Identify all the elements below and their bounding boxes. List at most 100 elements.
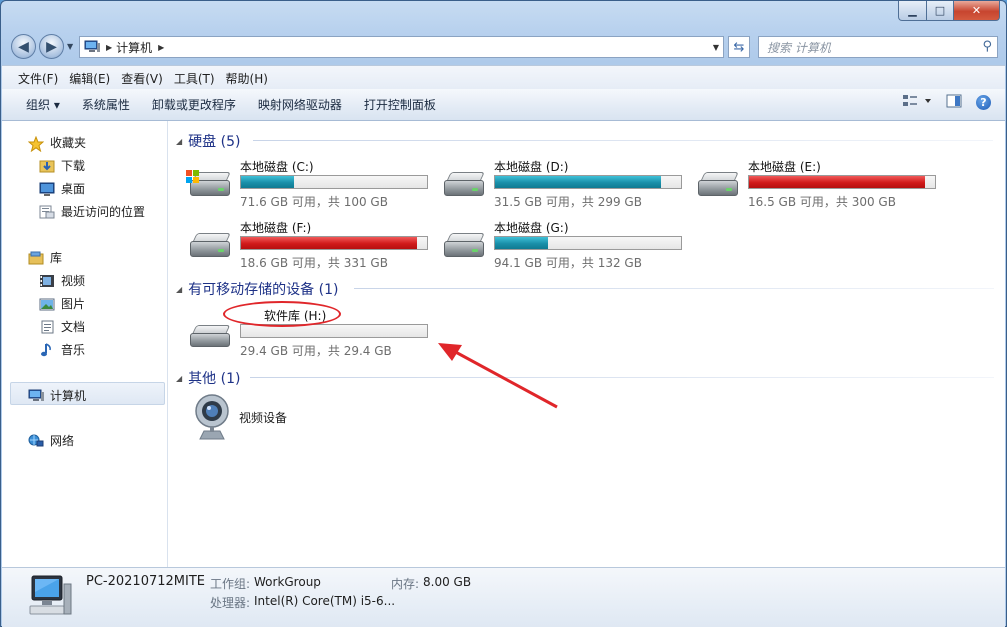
refresh-icon: ⇆ xyxy=(733,39,745,55)
sidebar-item-pictures[interactable]: 图片 xyxy=(39,295,85,312)
hard-drive-icon xyxy=(442,168,488,204)
sidebar-item-network[interactable]: 网络 xyxy=(28,432,74,449)
drive-usage-fill xyxy=(495,237,548,249)
breadcrumb-arrow-icon[interactable]: ▶ xyxy=(158,43,164,52)
recent-pages-dropdown[interactable]: ▼ xyxy=(67,42,73,51)
preview-pane-button[interactable] xyxy=(946,94,962,111)
collapse-triangle-icon[interactable]: ◢ xyxy=(176,374,182,383)
windows-logo-icon xyxy=(186,170,199,183)
drive-name: 本地磁盘 (E:) xyxy=(748,160,821,174)
breadcrumb-computer[interactable]: 计算机 xyxy=(116,39,152,56)
map-network-drive-button[interactable]: 映射网络驱动器 xyxy=(258,96,342,113)
sidebar-item-label: 下载 xyxy=(61,159,86,173)
drive-space-info: 31.5 GB 可用，共 299 GB xyxy=(494,195,642,209)
menu-help[interactable]: 帮助(H) xyxy=(226,70,268,87)
sidebar-item-documents[interactable]: 文档 xyxy=(39,318,85,335)
memory-label: 内存: xyxy=(391,577,420,591)
memory-value: 8.00 GB xyxy=(423,575,472,589)
forward-button[interactable]: ▶ xyxy=(39,34,64,59)
organize-button[interactable]: 组织 ▾ xyxy=(26,96,60,113)
search-input[interactable] xyxy=(765,38,979,58)
back-button[interactable]: ◀ xyxy=(11,34,36,59)
search-icon[interactable]: ⚲ xyxy=(982,39,992,54)
drive-usage-bar xyxy=(240,175,428,189)
sidebar-item-label: 最近访问的位置 xyxy=(61,205,146,219)
video-device[interactable]: 视频设备 xyxy=(192,393,342,445)
menu-view[interactable]: 查看(V) xyxy=(121,70,163,87)
details-pane: PC-20210712MITE 工作组: WorkGroup 内存: 8.00 … xyxy=(2,567,1005,627)
documents-library-icon xyxy=(39,320,55,334)
sidebar-item-music[interactable]: 音乐 xyxy=(39,341,85,358)
pictures-library-icon xyxy=(39,297,55,311)
sidebar-item-label: 计算机 xyxy=(50,389,87,403)
sidebar-libraries[interactable]: 库 xyxy=(28,249,62,266)
desktop-icon xyxy=(39,182,55,196)
drive-c[interactable]: 本地磁盘 (C:) 71.6 GB 可用，共 100 GB xyxy=(186,158,438,213)
sidebar-item-label: 桌面 xyxy=(61,182,86,196)
address-bar[interactable]: ▶ 计算机 ▶ ▼ xyxy=(79,36,724,58)
sidebar-item-videos[interactable]: 视频 xyxy=(39,272,85,289)
menu-tools[interactable]: 工具(T) xyxy=(174,70,215,87)
search-box[interactable]: ⚲ xyxy=(758,36,998,58)
menu-file[interactable]: 文件(F) xyxy=(18,70,58,87)
collapse-triangle-icon[interactable]: ◢ xyxy=(176,285,182,294)
back-arrow-icon: ◀ xyxy=(18,38,29,55)
webcam-icon xyxy=(195,394,229,440)
drive-usage-fill xyxy=(241,176,294,188)
group-header-removable[interactable]: ◢ 有可移动存储的设备 (1) xyxy=(176,279,338,299)
refresh-button[interactable]: ⇆ xyxy=(728,36,750,58)
sidebar-item-label: 图片 xyxy=(61,297,86,311)
drive-e[interactable]: 本地磁盘 (E:) 16.5 GB 可用，共 300 GB xyxy=(696,158,946,213)
computer-large-icon xyxy=(29,575,72,615)
maximize-button[interactable]: □ xyxy=(927,1,954,21)
command-bar: 组织 ▾ 系统属性 卸载或更改程序 映射网络驱动器 打开控制面板 ? xyxy=(2,89,1005,121)
navigation-row: ◀ ▶ ▼ ▶ 计算机 ▶ ▼ ⇆ ⚲ xyxy=(1,33,1006,61)
group-title: 其他 (1) xyxy=(188,371,241,387)
drive-space-info: 71.6 GB 可用，共 100 GB xyxy=(240,195,388,209)
drive-d[interactable]: 本地磁盘 (D:) 31.5 GB 可用，共 299 GB xyxy=(442,158,692,213)
drive-usage-fill xyxy=(749,176,925,188)
change-view-button[interactable] xyxy=(902,94,932,111)
sidebar-item-recent-places[interactable]: 最近访问的位置 xyxy=(39,203,145,220)
system-properties-button[interactable]: 系统属性 xyxy=(82,96,130,113)
group-title: 有可移动存储的设备 (1) xyxy=(188,282,339,298)
sidebar-item-label: 音乐 xyxy=(61,343,86,357)
close-button[interactable]: ✕ xyxy=(954,1,1000,21)
annotation-arrow xyxy=(438,343,558,409)
sidebar-item-downloads[interactable]: 下载 xyxy=(39,157,85,174)
menu-bar: 文件(F) 编辑(E) 查看(V) 工具(T) 帮助(H) xyxy=(2,65,1005,90)
recent-places-icon xyxy=(39,205,55,219)
group-header-other[interactable]: ◢ 其他 (1) xyxy=(176,368,240,388)
minimize-button[interactable]: ▁ xyxy=(898,1,927,21)
sidebar-item-label: 视频 xyxy=(61,274,86,288)
drive-usage-bar xyxy=(748,175,936,189)
content-pane: ◢ 硬盘 (5) 本地磁盘 (C:) 71.6 GB 可用，共 100 GB 本… xyxy=(168,121,1005,567)
drive-name: 本地磁盘 (F:) xyxy=(240,221,312,235)
uninstall-program-button[interactable]: 卸载或更改程序 xyxy=(152,96,236,113)
video-library-icon xyxy=(39,274,55,288)
group-header-hard-disks[interactable]: ◢ 硬盘 (5) xyxy=(176,131,240,151)
hard-drive-icon xyxy=(186,168,234,204)
preview-pane-icon xyxy=(946,94,962,108)
drive-g[interactable]: 本地磁盘 (G:) 94.1 GB 可用，共 132 GB xyxy=(442,219,692,274)
menu-edit[interactable]: 编辑(E) xyxy=(69,70,110,87)
help-icon[interactable]: ? xyxy=(976,95,991,110)
view-controls: ? xyxy=(902,94,991,111)
sidebar-item-desktop[interactable]: 桌面 xyxy=(39,180,85,197)
group-divider xyxy=(250,377,994,378)
drive-usage-bar xyxy=(494,175,682,189)
breadcrumb-arrow-icon[interactable]: ▶ xyxy=(106,43,112,52)
workgroup-value: WorkGroup xyxy=(254,575,321,589)
sidebar-favorites[interactable]: 收藏夹 xyxy=(27,134,86,152)
open-control-panel-button[interactable]: 打开控制面板 xyxy=(364,96,436,113)
group-divider xyxy=(253,140,993,141)
network-icon xyxy=(28,434,44,448)
removable-drive-icon xyxy=(188,317,234,353)
address-dropdown-icon[interactable]: ▼ xyxy=(713,43,719,52)
downloads-folder-icon xyxy=(39,159,55,173)
drive-f[interactable]: 本地磁盘 (F:) 18.6 GB 可用，共 331 GB xyxy=(188,219,438,274)
sidebar-item-computer[interactable]: 计算机 xyxy=(28,387,86,404)
group-title: 硬盘 (5) xyxy=(188,134,241,150)
collapse-triangle-icon[interactable]: ◢ xyxy=(176,137,182,146)
drive-usage-fill xyxy=(495,176,661,188)
